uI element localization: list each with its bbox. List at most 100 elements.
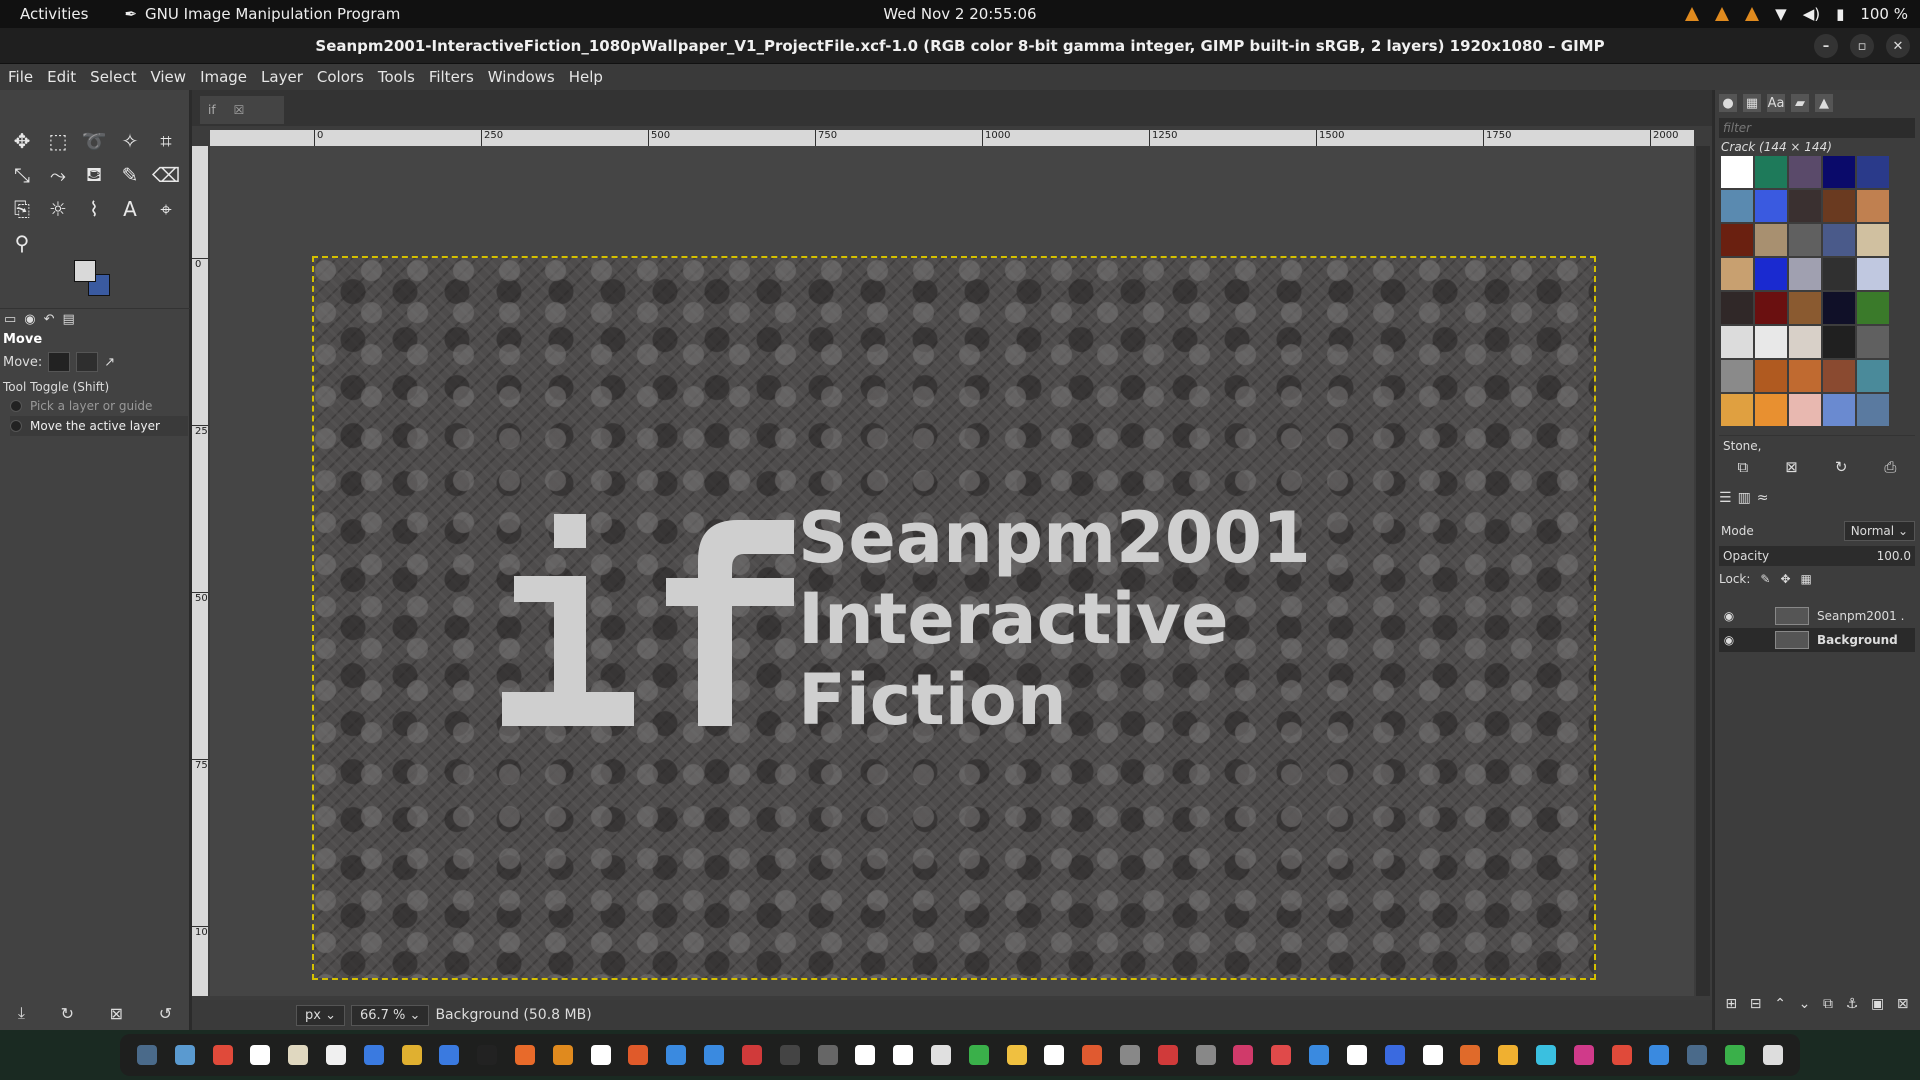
battery-icon[interactable]: ▮ [1836, 5, 1844, 23]
app-launcher-icon[interactable] [174, 1045, 195, 1065]
layer-name[interactable]: Seanpm2001 . [1817, 609, 1904, 623]
app-launcher-icon[interactable] [1649, 1045, 1670, 1065]
pattern-swatch[interactable] [1755, 394, 1787, 426]
text-icon[interactable]: A [112, 192, 148, 226]
app-launcher-icon[interactable] [1346, 1045, 1367, 1065]
pattern-swatch[interactable] [1823, 190, 1855, 222]
radio-dot[interactable] [10, 420, 22, 432]
pattern-swatch[interactable] [1755, 326, 1787, 358]
app-launcher-icon[interactable] [439, 1045, 460, 1065]
pattern-swatch[interactable] [1755, 292, 1787, 324]
app-launcher-icon[interactable] [779, 1045, 800, 1065]
opacity-value[interactable]: 100.0 [1877, 549, 1911, 563]
reset-options-icon[interactable]: ↺ [159, 1004, 172, 1023]
pattern-swatch[interactable] [1823, 360, 1855, 392]
warning-icon[interactable] [1745, 7, 1760, 21]
pattern-swatch[interactable] [1789, 224, 1821, 256]
lock-alpha-icon[interactable]: ▦ [1801, 572, 1812, 586]
activities-button[interactable]: Activities [0, 5, 108, 23]
tool-options-tab-icon[interactable]: ▭ [4, 312, 16, 327]
pattern-swatch[interactable] [1857, 394, 1889, 426]
menu-filters[interactable]: Filters [422, 68, 481, 86]
lock-pixels-icon[interactable]: ✎ [1760, 572, 1770, 586]
mode-select[interactable]: Normal ⌄ [1843, 521, 1915, 541]
pattern-swatch[interactable] [1721, 258, 1753, 290]
rect-select-icon[interactable]: ⬚ [40, 124, 76, 158]
pattern-swatch[interactable] [1755, 258, 1787, 290]
clone-icon[interactable]: ⎘ [4, 192, 40, 226]
new-layer-icon[interactable]: ⊞ [1725, 996, 1737, 1012]
radio-dot[interactable] [10, 400, 22, 412]
lasso-icon[interactable]: ➰ [76, 124, 112, 158]
pattern-swatch[interactable] [1789, 292, 1821, 324]
eye-icon[interactable]: ◉ [1719, 633, 1739, 647]
app-launcher-icon[interactable] [1157, 1045, 1178, 1065]
pattern-tag-select[interactable]: Stone, [1719, 435, 1915, 455]
app-launcher-icon[interactable] [363, 1045, 384, 1065]
menu-tools[interactable]: Tools [371, 68, 422, 86]
warning-icon[interactable] [1685, 7, 1700, 21]
layer-row[interactable]: ◉ Background [1719, 628, 1915, 652]
lower-layer-icon[interactable]: ⌄ [1799, 996, 1811, 1012]
foreground-color[interactable] [74, 260, 96, 282]
patterns-tab-icon[interactable]: ▦ [1743, 94, 1761, 112]
pattern-swatch[interactable] [1721, 292, 1753, 324]
image-canvas[interactable]: Seanpm2001 Interactive Fiction [312, 256, 1596, 980]
pattern-swatch[interactable] [1857, 258, 1889, 290]
color-picker-icon[interactable]: ⌖ [148, 192, 184, 226]
maximize-icon[interactable]: ▫ [1850, 34, 1874, 58]
pattern-swatch[interactable] [1823, 394, 1855, 426]
system-tray[interactable]: ▼ ◀) ▮ 100 % [1685, 0, 1908, 28]
app-launcher-icon[interactable] [1195, 1045, 1216, 1065]
opacity-slider[interactable]: Opacity 100.0 [1719, 546, 1915, 566]
wifi-icon[interactable]: ▼ [1775, 5, 1787, 23]
menu-file[interactable]: File [0, 68, 40, 86]
delete-options-icon[interactable]: ⊠ [110, 1004, 123, 1023]
app-launcher-icon[interactable] [1309, 1045, 1330, 1065]
pattern-swatch[interactable] [1857, 190, 1889, 222]
app-launcher-icon[interactable] [628, 1045, 649, 1065]
app-launcher-icon[interactable] [741, 1045, 762, 1065]
pattern-swatch[interactable] [1857, 360, 1889, 392]
app-launcher-icon[interactable] [136, 1045, 157, 1065]
menu-select[interactable]: Select [83, 68, 143, 86]
app-launcher-icon[interactable] [666, 1045, 687, 1065]
app-launcher-icon[interactable] [1271, 1045, 1292, 1065]
move-active-layer-radio[interactable]: Move the active layer [10, 416, 188, 436]
fg-bg-colors[interactable] [74, 260, 122, 302]
pattern-swatch[interactable] [1857, 224, 1889, 256]
move-selection-icon[interactable] [76, 352, 99, 372]
delete-layer-icon[interactable]: ⊠ [1897, 996, 1909, 1012]
app-launcher-icon[interactable] [250, 1045, 271, 1065]
new-group-icon[interactable]: ⊟ [1750, 996, 1762, 1012]
pattern-swatch[interactable] [1789, 394, 1821, 426]
warning-icon[interactable] [1715, 7, 1730, 21]
duplicate-pattern-icon[interactable]: ⧉ [1738, 458, 1749, 476]
pattern-swatch[interactable] [1755, 190, 1787, 222]
pattern-swatch[interactable] [1721, 224, 1753, 256]
pattern-swatch[interactable] [1823, 224, 1855, 256]
menu-help[interactable]: Help [562, 68, 610, 86]
pattern-swatch[interactable] [1721, 326, 1753, 358]
gradients-tab-icon[interactable]: ▰ [1791, 94, 1809, 112]
fonts-tab-icon[interactable]: Aa [1767, 94, 1785, 112]
zoom-icon[interactable]: ⚲ [4, 226, 40, 260]
pattern-swatch[interactable] [1857, 292, 1889, 324]
pattern-swatch[interactable] [1823, 292, 1855, 324]
app-launcher-icon[interactable] [1006, 1045, 1027, 1065]
menu-layer[interactable]: Layer [254, 68, 310, 86]
layers-tab-icon[interactable]: ☰ [1719, 490, 1732, 506]
volume-icon[interactable]: ◀) [1803, 5, 1820, 23]
restore-options-icon[interactable]: ↻ [61, 1004, 74, 1023]
pattern-swatch[interactable] [1823, 156, 1855, 188]
pattern-swatch[interactable] [1789, 360, 1821, 392]
app-launcher-icon[interactable] [1573, 1045, 1594, 1065]
menu-windows[interactable]: Windows [481, 68, 562, 86]
pattern-swatch[interactable] [1755, 224, 1787, 256]
pattern-swatch[interactable] [1789, 156, 1821, 188]
app-launcher-icon[interactable] [968, 1045, 989, 1065]
app-launcher-icon[interactable] [1611, 1045, 1632, 1065]
app-menu[interactable]: ✒ GNU Image Manipulation Program [124, 5, 400, 23]
paths-tab-icon[interactable]: ≈ [1757, 490, 1769, 506]
app-launcher-icon[interactable] [855, 1045, 876, 1065]
